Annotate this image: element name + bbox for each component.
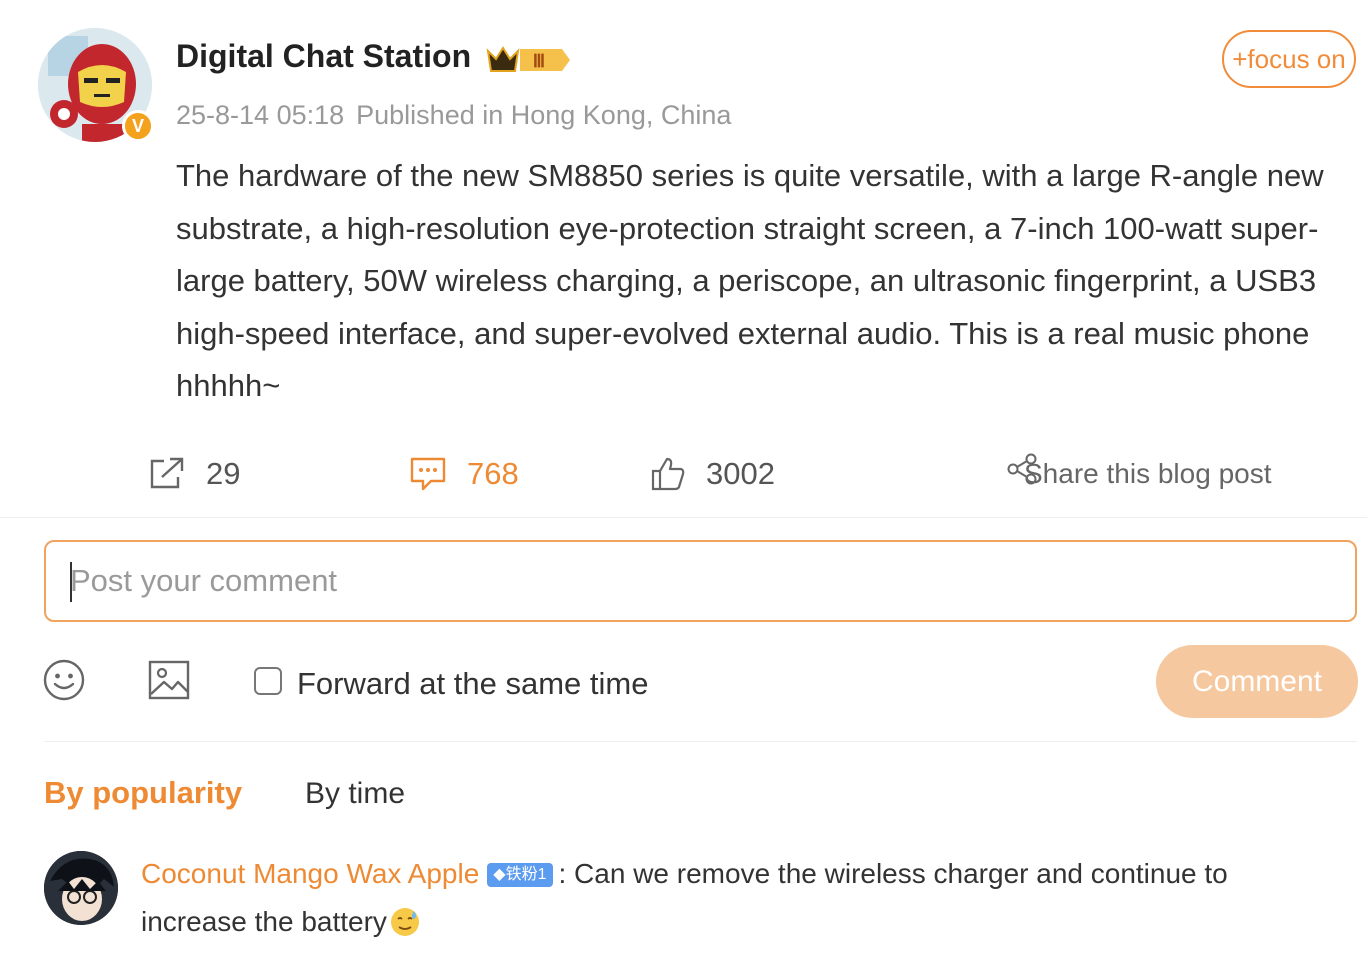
post-timestamp[interactable]: 25-8-14 05:18 bbox=[176, 100, 344, 130]
crown-level-label: Ⅲ bbox=[533, 51, 545, 71]
post-location: Published in Hong Kong, China bbox=[356, 100, 732, 130]
comment-submit-button[interactable]: Comment bbox=[1156, 645, 1358, 718]
forward-checkbox[interactable] bbox=[254, 667, 282, 695]
sweat-smile-emoji-icon bbox=[389, 905, 421, 937]
like-count: 3002 bbox=[706, 456, 775, 491]
forward-label[interactable]: Forward at the same time bbox=[297, 666, 648, 702]
commenter-avatar[interactable] bbox=[44, 851, 118, 925]
follow-button[interactable]: +focus on bbox=[1222, 30, 1356, 88]
smiley-icon bbox=[43, 659, 85, 701]
author-name[interactable]: Digital Chat Station bbox=[176, 38, 471, 75]
image-upload-button[interactable] bbox=[148, 660, 190, 705]
divider bbox=[0, 517, 1367, 518]
comment-item: Coconut Mango Wax Apple ◆铁粉1: Can we remo… bbox=[141, 850, 1331, 946]
comment-count-button[interactable]: 768 bbox=[409, 450, 519, 498]
share-button[interactable]: Share this blog post bbox=[1006, 450, 1272, 498]
comment-input[interactable] bbox=[44, 540, 1357, 622]
repost-button[interactable]: 29 bbox=[148, 450, 240, 498]
post-meta: 25-8-14 05:18 Published in Hong Kong, Chi… bbox=[176, 100, 731, 131]
divider bbox=[44, 741, 1357, 742]
comment-bubble-icon bbox=[410, 457, 446, 491]
post-body: The hardware of the new SM8850 series is… bbox=[176, 158, 1324, 403]
image-icon bbox=[148, 660, 190, 700]
emoji-button[interactable] bbox=[43, 659, 85, 706]
share-icon bbox=[1007, 453, 1037, 485]
thumbs-up-icon bbox=[651, 457, 685, 491]
repost-icon bbox=[150, 457, 184, 489]
commenter-name[interactable]: Coconut Mango Wax Apple bbox=[141, 858, 479, 889]
repost-count: 29 bbox=[206, 456, 241, 491]
verified-badge-icon: V bbox=[122, 110, 154, 142]
share-label: Share this blog post bbox=[1024, 458, 1272, 489]
tab-by-time[interactable]: By time bbox=[305, 777, 405, 811]
like-button[interactable]: 3002 bbox=[650, 450, 775, 498]
comment-count: 768 bbox=[467, 456, 519, 491]
crown-level-icon: Ⅲ bbox=[486, 43, 572, 82]
tab-by-popularity[interactable]: By popularity bbox=[44, 775, 242, 811]
text-cursor bbox=[70, 562, 72, 602]
fan-level-badge: ◆铁粉1 bbox=[487, 863, 553, 887]
